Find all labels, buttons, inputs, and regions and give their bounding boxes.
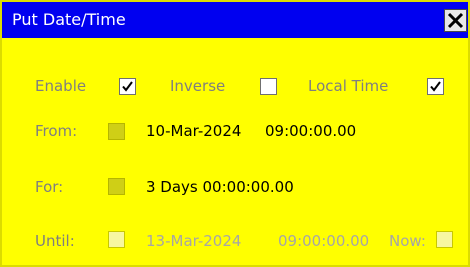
local-time-checkbox[interactable]	[427, 78, 444, 95]
until-label: Until:	[35, 232, 75, 250]
until-time: 09:00:00.00	[278, 232, 370, 250]
until-checkbox[interactable]	[108, 231, 125, 248]
checkmark-icon	[122, 81, 133, 92]
from-checkbox[interactable]	[108, 123, 125, 140]
for-checkbox[interactable]	[108, 178, 125, 195]
enable-label: Enable	[35, 77, 87, 95]
enable-checkbox[interactable]	[119, 78, 136, 95]
inverse-label: Inverse	[170, 77, 226, 95]
close-button[interactable]	[444, 9, 467, 32]
close-icon	[447, 12, 464, 29]
for-label: For:	[35, 178, 64, 196]
now-label: Now:	[389, 232, 426, 250]
now-checkbox[interactable]	[436, 231, 453, 248]
window-title: Put Date/Time	[12, 10, 126, 29]
inverse-checkbox[interactable]	[260, 78, 277, 95]
from-time[interactable]: 09:00:00.00	[265, 122, 356, 140]
from-label: From:	[35, 122, 78, 140]
for-duration[interactable]: 3 Days 00:00:00.00	[146, 178, 294, 196]
from-date[interactable]: 10-Mar-2024	[146, 122, 241, 140]
title-bar: Put Date/Time	[2, 2, 468, 38]
local-time-label: Local Time	[308, 77, 389, 95]
checkmark-icon	[430, 81, 441, 92]
until-date: 13-Mar-2024	[146, 232, 242, 250]
put-date-time-dialog: Put Date/Time Enable Inverse Local Time …	[0, 0, 470, 267]
